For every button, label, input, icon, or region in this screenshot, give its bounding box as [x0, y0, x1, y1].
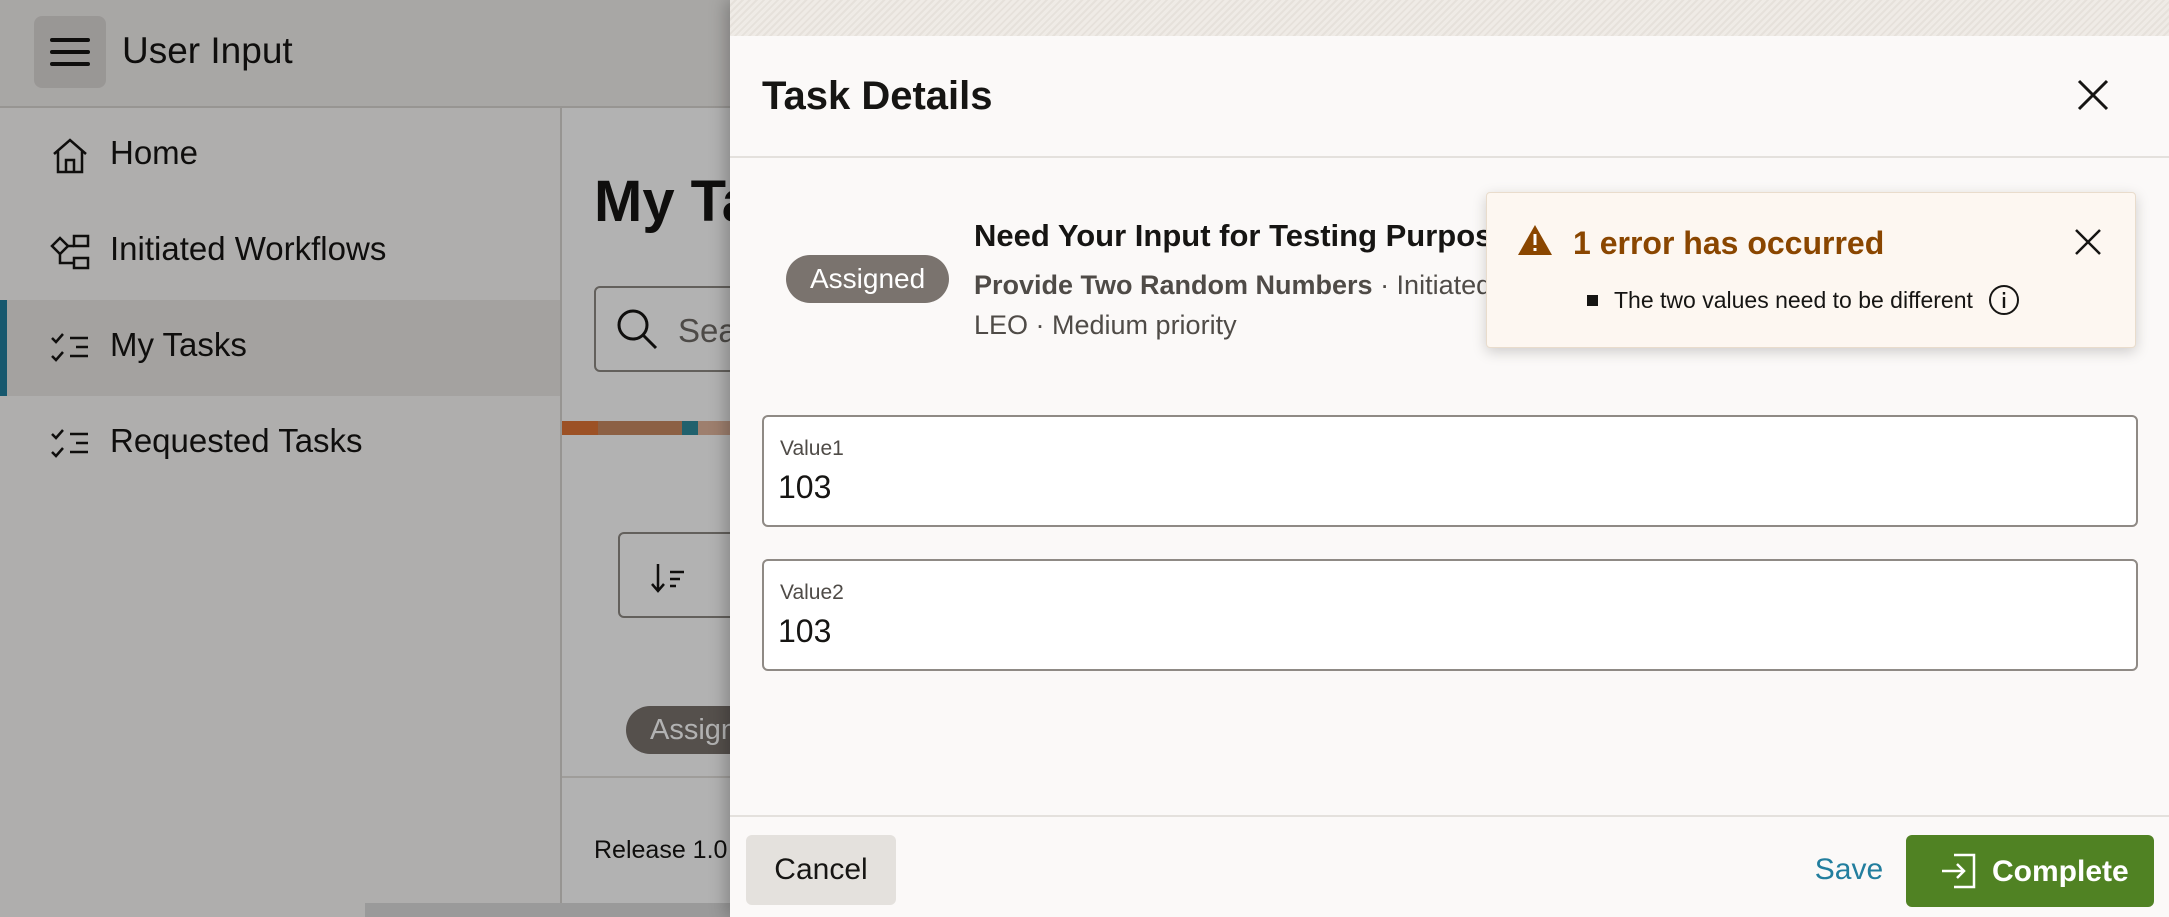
- value1-input[interactable]: [778, 469, 2078, 506]
- drawer-title: Task Details: [762, 74, 993, 118]
- cancel-button[interactable]: Cancel: [746, 835, 896, 905]
- bullet: [1587, 294, 1598, 306]
- complete-label: Complete: [1992, 855, 2129, 888]
- warning-icon: [1518, 225, 1552, 255]
- drawer-top-band: [730, 0, 2169, 36]
- task-initiated: · Initiated: [1372, 270, 1492, 300]
- task-title: Need Your Input for Testing Purposes: [974, 218, 1527, 253]
- value1-field[interactable]: Value1: [762, 415, 2138, 527]
- field-label: Value2: [780, 581, 844, 604]
- error-title: 1 error has occurred: [1573, 225, 1885, 261]
- task-subtitle: Provide Two Random Numbers · Initiated: [974, 270, 1491, 301]
- error-list-item: The two values need to be different: [1587, 283, 2021, 317]
- task-meta: LEO · Medium priority: [974, 310, 1237, 340]
- value2-input[interactable]: [778, 613, 2078, 650]
- info-icon[interactable]: [1987, 283, 2021, 317]
- drawer-header: Task Details: [730, 36, 2169, 158]
- drawer-footer: Cancel Save Complete: [730, 815, 2169, 917]
- task-status-badge: Assigned: [786, 255, 950, 303]
- field-label: Value1: [780, 437, 844, 460]
- submit-icon: [1942, 853, 1976, 889]
- complete-button[interactable]: Complete: [1906, 835, 2154, 907]
- task-details-drawer: Task Details Assigned Need Your Input fo…: [730, 0, 2169, 917]
- error-text: The two values need to be different: [1614, 286, 1973, 313]
- value2-field[interactable]: Value2: [762, 559, 2138, 671]
- close-icon[interactable]: [2070, 72, 2116, 118]
- task-name: Provide Two Random Numbers: [974, 270, 1373, 300]
- error-message: 1 error has occurred The two values need…: [1486, 192, 2136, 348]
- save-button[interactable]: Save: [1794, 835, 1904, 905]
- close-icon[interactable]: [2071, 225, 2105, 259]
